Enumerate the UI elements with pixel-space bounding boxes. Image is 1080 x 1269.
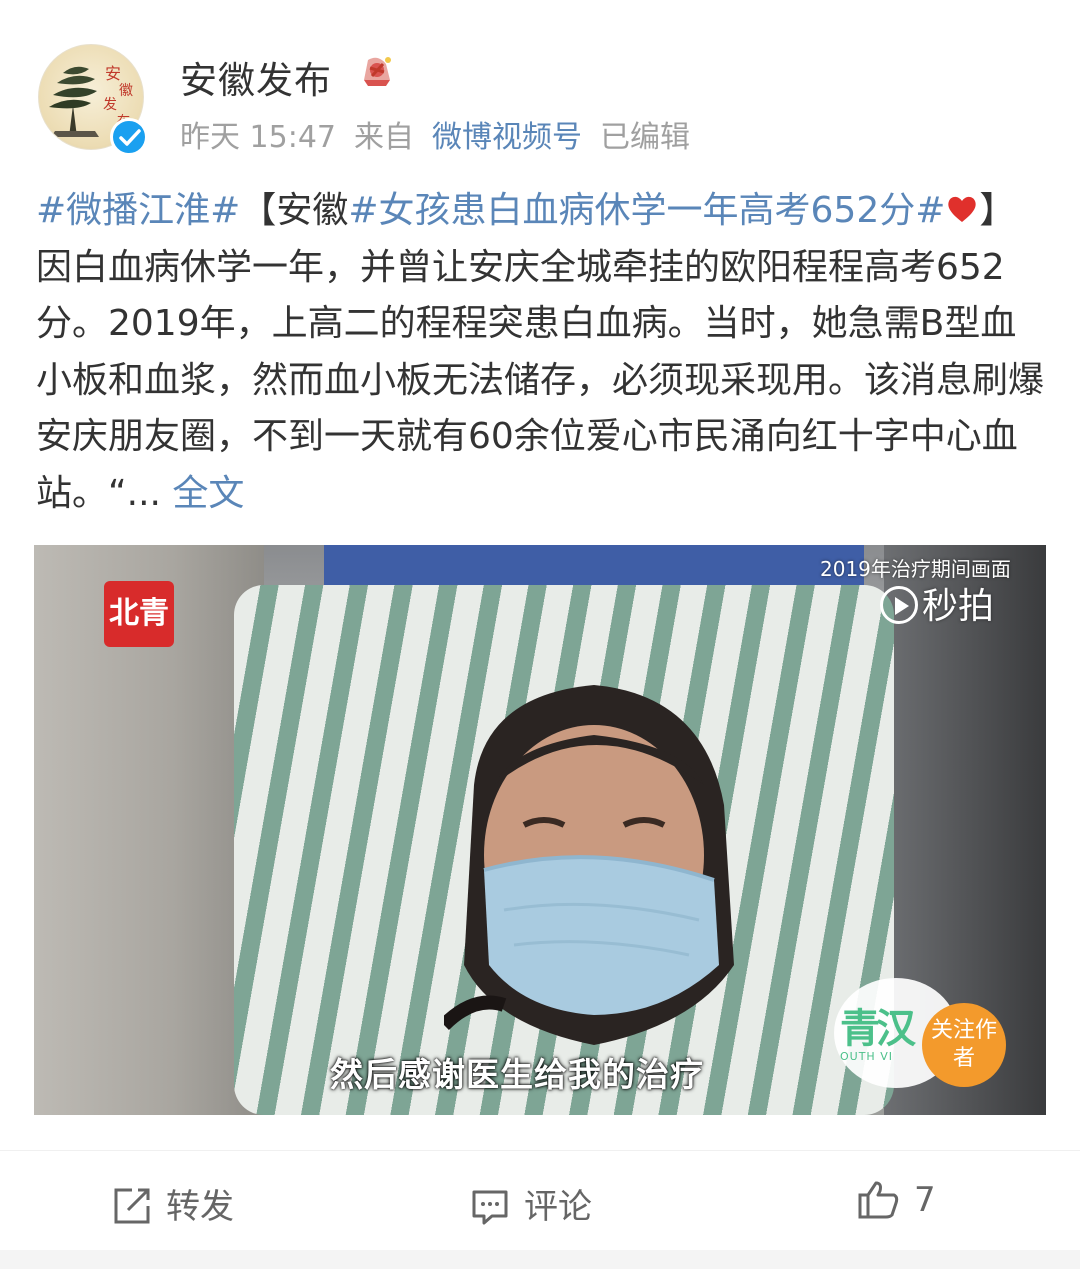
verified-icon xyxy=(110,118,148,156)
miaopai-label: 秒拍 xyxy=(922,586,995,627)
topic-tag-main[interactable]: #女孩患白血病休学一年高考652分# xyxy=(348,190,945,231)
svg-text:徽: 徽 xyxy=(119,83,133,99)
repost-label: 转发 xyxy=(166,1187,234,1227)
bell-badge-icon[interactable] xyxy=(356,50,400,94)
comment-button[interactable]: 评论 xyxy=(470,1179,592,1227)
bracket-open: 【安徽 xyxy=(240,190,349,231)
heart-emoji-icon xyxy=(948,196,977,222)
source-prefix: 来自 xyxy=(354,120,414,155)
video-subtitle: 然后感谢医生给我的治疗 xyxy=(330,1055,704,1094)
repost-button[interactable]: 转发 xyxy=(112,1179,234,1227)
comment-icon xyxy=(472,1190,508,1225)
patient-face-image xyxy=(444,685,734,1045)
read-more-link[interactable]: 全文 xyxy=(161,473,244,514)
username[interactable]: 安徽发布 xyxy=(180,50,332,104)
thumbs-up-icon xyxy=(858,1181,899,1219)
action-bar: 转发 评论 7 xyxy=(0,1150,1080,1250)
beiqing-logo: 北青 xyxy=(104,581,174,647)
repost-icon xyxy=(114,1188,150,1224)
topic-tag-weibo-jianghuai[interactable]: #微播江淮# xyxy=(36,190,240,231)
post-meta: 昨天 15:47 来自 微博视频号 已编辑 xyxy=(180,112,708,156)
svg-text:安: 安 xyxy=(105,64,121,83)
channel-logo-subtext: OUTH VI xyxy=(840,1050,893,1063)
video-player[interactable]: 2019年治疗期间画面 秒拍 北青 然后感谢医生给我的治疗 青汉 OUTH VI… xyxy=(34,545,1046,1115)
post-time: 昨天 15:47 xyxy=(180,120,336,155)
edited-label: 已编辑 xyxy=(600,120,690,155)
bottom-divider xyxy=(0,1250,1080,1269)
post-header: 安 徽 发 布 安徽发布 昨天 15:47来自微博视频号已编辑 xyxy=(0,0,1080,170)
play-circle-icon xyxy=(880,586,918,624)
bracket-close: 】 xyxy=(979,190,1016,231)
source-link[interactable]: 微博视频号 xyxy=(432,120,582,155)
like-button[interactable]: 7 xyxy=(856,1179,936,1225)
svg-text:发: 发 xyxy=(103,97,117,113)
comment-label: 评论 xyxy=(524,1187,592,1227)
channel-logo-text: 青汉 xyxy=(840,1006,916,1052)
post-text: #微播江淮#【安徽#女孩患白血病休学一年高考652分# 】因白血病休学一年，并曾让… xyxy=(36,183,1048,522)
miaopai-watermark: 秒拍 xyxy=(880,577,994,629)
like-count: 7 xyxy=(914,1180,936,1220)
follow-author-button[interactable]: 关注作者 xyxy=(922,1003,1006,1087)
